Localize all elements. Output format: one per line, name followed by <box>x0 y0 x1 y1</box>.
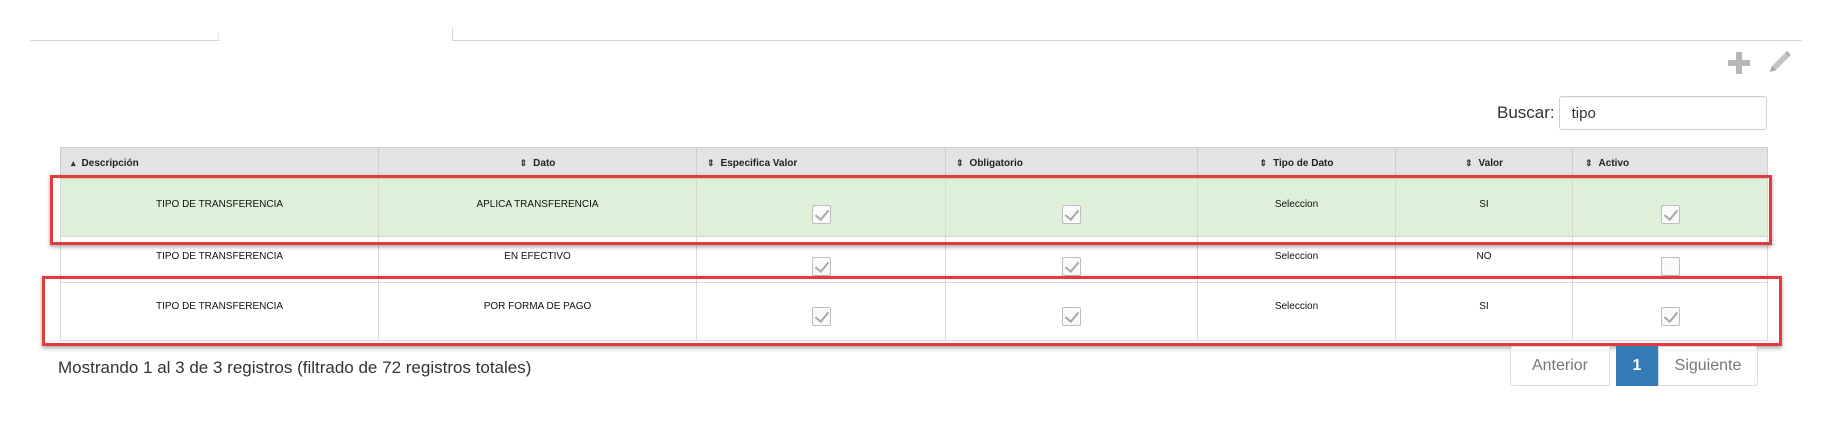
cell-especifica-valor <box>696 236 946 283</box>
sort-icon: ⇕ <box>1259 157 1268 168</box>
sort-icon: ⇕ <box>519 157 528 168</box>
cell-descripcion: TIPO DE TRANSFERENCIA <box>60 178 379 237</box>
plus-icon[interactable] <box>1725 49 1753 77</box>
cell-dato: POR FORMA DE PAGO <box>378 282 697 341</box>
sort-icon: ⇕ <box>707 157 715 168</box>
activo-checkbox[interactable] <box>1660 205 1680 224</box>
cell-activo <box>1572 236 1768 283</box>
tab-divider-edge <box>218 33 219 41</box>
toolbar <box>1725 48 1793 78</box>
cell-valor: NO <box>1395 236 1573 283</box>
cell-descripcion: TIPO DE TRANSFERENCIA <box>60 236 379 283</box>
sort-icon: ⇕ <box>956 157 964 168</box>
cell-tipo-dato: Seleccion <box>1197 236 1396 283</box>
data-table-container: ▴ Descripción ⇕ Dato ⇕ Especifica Valor ⇕ Ob… <box>60 147 1768 341</box>
sort-icon: ⇕ <box>1585 157 1593 168</box>
cell-obligatorio <box>945 236 1198 283</box>
data-table: ▴ Descripción ⇕ Dato ⇕ Especifica Valor ⇕ Ob… <box>60 147 1768 341</box>
column-header-especifica-valor[interactable]: ⇕ Especifica Valor <box>696 147 946 179</box>
search-input[interactable] <box>1558 96 1767 130</box>
especifica-valor-checkbox[interactable] <box>811 257 831 276</box>
cell-especifica-valor <box>696 178 946 237</box>
especifica-valor-checkbox[interactable] <box>811 307 831 326</box>
cell-tipo-dato: Seleccion <box>1197 178 1396 237</box>
cell-activo <box>1572 178 1768 237</box>
table-header-row: ▴ Descripción ⇕ Dato ⇕ Especifica Valor ⇕ Ob… <box>60 147 1768 179</box>
table-row[interactable]: TIPO DE TRANSFERENCIA POR FORMA DE PAGO … <box>60 282 1768 341</box>
column-header-obligatorio[interactable]: ⇕ Obligatorio <box>945 147 1198 179</box>
cell-obligatorio <box>945 178 1198 237</box>
obligatorio-checkbox[interactable] <box>1062 307 1081 326</box>
pencil-icon[interactable] <box>1765 49 1793 77</box>
table-info-text: Mostrando 1 al 3 de 3 registros (filtrad… <box>58 358 532 377</box>
sort-icon: ⇕ <box>1464 157 1473 168</box>
table-row[interactable]: TIPO DE TRANSFERENCIA APLICA TRANSFERENC… <box>60 178 1768 237</box>
cell-valor: SI <box>1395 282 1573 341</box>
cell-valor: SI <box>1395 178 1573 237</box>
column-header-descripcion[interactable]: ▴ Descripción <box>60 147 379 179</box>
cell-activo <box>1572 282 1768 341</box>
cell-tipo-dato: Seleccion <box>1197 282 1396 341</box>
column-header-activo[interactable]: ⇕ Activo <box>1572 147 1768 179</box>
column-header-dato[interactable]: ⇕ Dato <box>378 147 697 179</box>
tab-divider-right <box>452 40 1802 41</box>
search-label: Buscar: <box>1497 103 1555 122</box>
obligatorio-checkbox[interactable] <box>1062 205 1081 224</box>
column-header-valor[interactable]: ⇕ Valor <box>1395 147 1573 179</box>
tab-divider-left <box>30 40 220 41</box>
obligatorio-checkbox[interactable] <box>1062 257 1081 276</box>
search-box: Buscar: <box>1497 94 1767 132</box>
page: Buscar: ▴Descripción ⇕Dato ⇕Especifica V… <box>0 0 1829 431</box>
table-row[interactable]: TIPO DE TRANSFERENCIA EN EFECTIVO Selecc… <box>60 236 1768 283</box>
next-page-button[interactable]: Siguiente <box>1658 346 1758 386</box>
cell-dato: APLICA TRANSFERENCIA <box>378 178 697 237</box>
cell-descripcion: TIPO DE TRANSFERENCIA <box>60 282 379 341</box>
cell-dato: EN EFECTIVO <box>378 236 697 283</box>
page-1-button[interactable]: 1 <box>1616 346 1658 386</box>
activo-checkbox[interactable] <box>1660 307 1680 326</box>
pagination: Anterior 1 Siguiente <box>1510 346 1758 386</box>
sort-asc-icon: ▴ <box>71 157 76 168</box>
cell-especifica-valor <box>696 282 946 341</box>
previous-page-button[interactable]: Anterior <box>1510 346 1610 386</box>
column-header-tipo-dato[interactable]: ⇕ Tipo de Dato <box>1197 147 1396 179</box>
especifica-valor-checkbox[interactable] <box>811 205 831 224</box>
activo-checkbox[interactable] <box>1660 257 1680 276</box>
cell-obligatorio <box>945 282 1198 341</box>
